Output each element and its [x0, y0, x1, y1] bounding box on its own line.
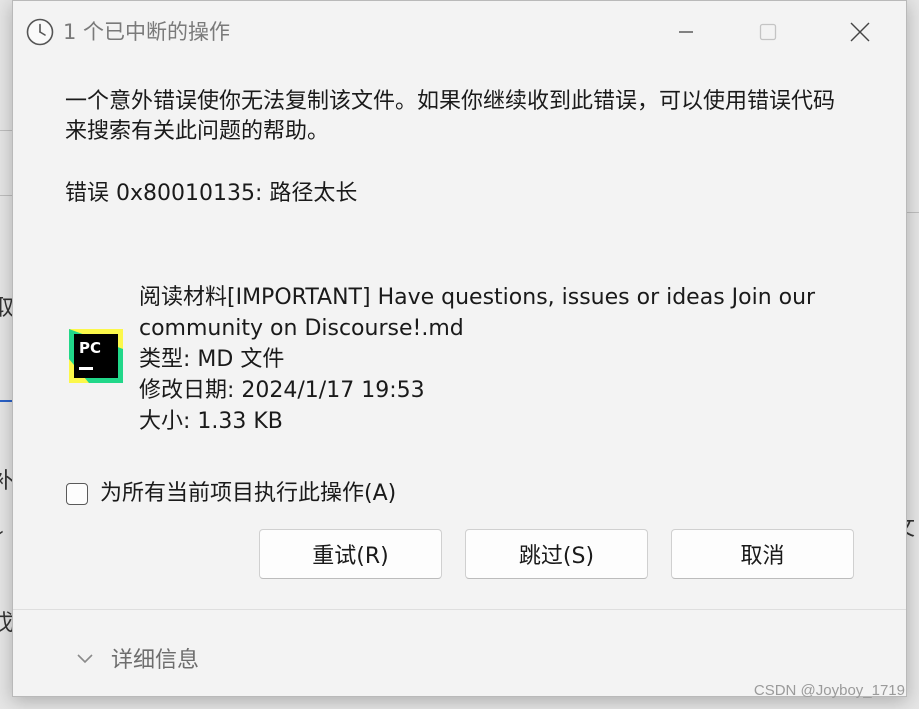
- error-message: 一个意外错误使你无法复制该文件。如果你继续收到此错误，可以使用错误代码来搜索有关…: [65, 89, 836, 144]
- maximize-button: [733, 1, 803, 63]
- error-code: 错误 0x80010135: 路径太长: [65, 181, 358, 206]
- pycharm-file-icon: PC: [69, 329, 123, 383]
- background-divider: [0, 130, 12, 131]
- title-bar[interactable]: 1 个已中断的操作: [13, 1, 906, 63]
- skip-button[interactable]: 跳过(S): [465, 529, 648, 579]
- window-title: 1 个已中断的操作: [63, 20, 231, 44]
- file-operation-error-dialog: 1 个已中断的操作 一个意外错误使你无法复制该文件。如果你继续收到此错误，可以使…: [12, 0, 907, 697]
- apply-to-all-checkbox[interactable]: [66, 483, 88, 505]
- pycharm-icon-label: PC: [79, 339, 101, 357]
- clock-icon: [26, 18, 54, 46]
- maximize-icon: [759, 23, 777, 41]
- chevron-down-icon: [77, 654, 93, 664]
- file-modified-date: 修改日期: 2024/1/17 19:53: [139, 378, 425, 403]
- apply-to-all-option[interactable]: 为所有当前项目执行此操作(A): [66, 479, 396, 509]
- background-divider: [0, 195, 12, 196]
- details-label[interactable]: 详细信息: [111, 642, 199, 674]
- apply-to-all-label[interactable]: 为所有当前项目执行此操作(A): [100, 479, 396, 509]
- pycharm-logo-icon: PC: [69, 329, 123, 383]
- details-toggle[interactable]: 详细信息: [75, 642, 199, 674]
- file-type: 类型: MD 文件: [139, 347, 285, 372]
- file-name: 阅读材料[IMPORTANT] Have questions, issues o…: [139, 285, 816, 341]
- close-icon: [850, 22, 870, 42]
- close-button[interactable]: [825, 1, 895, 63]
- minimize-button[interactable]: [651, 1, 721, 63]
- retry-button[interactable]: 重试(R): [259, 529, 442, 579]
- file-details: 阅读材料[IMPORTANT] Have questions, issues o…: [139, 282, 839, 437]
- background-accent: [0, 400, 12, 402]
- watermark: CSDN @Joyboy_1719: [753, 682, 905, 699]
- cancel-button[interactable]: 取消: [671, 529, 854, 579]
- minimize-icon: [679, 31, 693, 33]
- background-divider: [907, 212, 919, 213]
- file-size: 大小: 1.33 KB: [139, 409, 283, 434]
